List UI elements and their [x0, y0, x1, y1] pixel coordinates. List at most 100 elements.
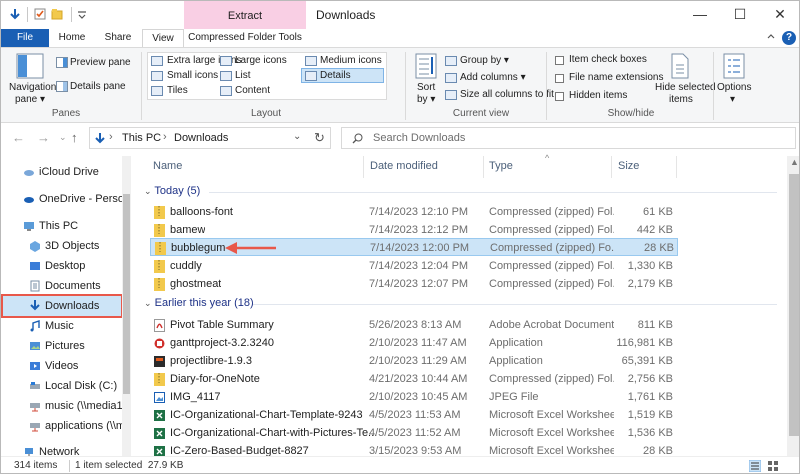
item-check-boxes-checkbox[interactable]	[555, 56, 564, 65]
nav-item-onedrive[interactable]: OneDrive - Persona	[1, 189, 123, 209]
group-by-button[interactable]: Group by ▾	[460, 55, 509, 66]
nav-item-desktop[interactable]: Desktop	[1, 256, 123, 276]
layout-small-icons[interactable]: Small icons	[167, 70, 218, 81]
column-divider[interactable]	[676, 156, 677, 178]
group-header-today[interactable]: ⌄ Today (5)	[144, 185, 200, 201]
size-all-columns-button[interactable]: Size all columns to fit	[460, 89, 554, 100]
refresh-icon[interactable]: ↻	[314, 130, 325, 146]
file-row[interactable]: IC-Organizational-Chart-with-Pictures-Te…	[150, 424, 678, 442]
hide-selected-button-line2[interactable]: items	[669, 94, 693, 105]
breadcrumb-this-pc[interactable]: This PC	[122, 132, 161, 144]
file-list-scroll-thumb[interactable]	[789, 174, 799, 436]
back-arrow-icon[interactable]: ←	[12, 130, 25, 145]
minimize-button[interactable]: —	[683, 1, 717, 29]
help-icon[interactable]: ?	[782, 31, 796, 45]
close-button[interactable]: ✕	[763, 1, 797, 29]
layout-medium-icons[interactable]: Medium icons	[320, 55, 382, 66]
nav-item-documents[interactable]: Documents	[1, 276, 123, 296]
options-dropdown[interactable]: ▾	[730, 94, 735, 105]
file-row[interactable]: projectlibre-1.9.3 2/10/2023 11:29 AM Ap…	[150, 352, 678, 370]
column-divider[interactable]	[611, 156, 612, 178]
nav-item-videos[interactable]: Videos	[1, 356, 123, 376]
ribbon-separator	[546, 52, 547, 120]
tab-home[interactable]: Home	[53, 29, 91, 47]
column-divider[interactable]	[363, 156, 364, 178]
file-date: 2/10/2023 11:29 AM	[369, 355, 467, 367]
layout-large-icons[interactable]: Large icons	[235, 55, 287, 66]
tab-view[interactable]: View	[142, 29, 184, 48]
tab-share[interactable]: Share	[97, 29, 139, 47]
column-header-date[interactable]: Date modified	[370, 160, 438, 172]
forward-arrow-icon[interactable]: →	[37, 130, 50, 145]
breadcrumb-downloads[interactable]: Downloads	[174, 132, 228, 144]
file-row[interactable]: ghostmeat 7/14/2023 12:07 PM Compressed …	[150, 275, 678, 293]
group-divider-line	[209, 192, 777, 193]
file-row[interactable]: Pivot Table Summary 5/26/2023 8:13 AM Ad…	[150, 316, 678, 334]
large-icons-view-icon[interactable]	[767, 460, 779, 472]
nav-pane-scrollbar[interactable]	[122, 156, 131, 456]
search-box[interactable]: Search Downloads	[341, 127, 796, 149]
file-row[interactable]: balloons-font 7/14/2023 12:10 PM Compres…	[150, 203, 678, 221]
nav-item-local-disk[interactable]: Local Disk (C:)	[1, 376, 123, 396]
file-row[interactable]: IC-Organizational-Chart-Template-9243 4/…	[150, 406, 678, 424]
nav-item-music[interactable]: Music	[1, 316, 123, 336]
nav-item-label: Downloads	[45, 300, 100, 312]
file-row[interactable]: IMG_4117 2/10/2023 10:45 AM JPEG File 1,…	[150, 388, 678, 406]
ribbon-separator	[713, 52, 714, 120]
hide-selected-button[interactable]: Hide selected	[655, 82, 716, 93]
recent-locations-icon[interactable]: ⌄	[59, 132, 67, 143]
sort-by-button[interactable]: Sort	[417, 82, 435, 93]
item-check-boxes-label: Item check boxes	[569, 54, 647, 65]
column-header-type[interactable]: Type	[489, 160, 513, 172]
nav-item-this-pc[interactable]: This PC	[1, 216, 123, 236]
file-row[interactable]: bamew 7/14/2023 12:12 PM Compressed (zip…	[150, 221, 678, 239]
navigation-pane-dropdown[interactable]: pane ▾	[15, 94, 45, 105]
layout-tiles[interactable]: Tiles	[167, 85, 188, 96]
column-header-row: Name Date modified Type ^ Size	[141, 153, 787, 178]
details-pane-button[interactable]: Details pane	[70, 81, 126, 92]
layout-content[interactable]: Content	[235, 85, 270, 96]
hidden-items-checkbox[interactable]	[555, 92, 564, 101]
navigation-pane-button[interactable]: Navigation	[9, 82, 56, 93]
preview-pane-button[interactable]: Preview pane	[70, 57, 131, 68]
customize-toolbar-icon[interactable]	[76, 8, 88, 20]
nav-item-network-applications[interactable]: applications (\\m	[1, 416, 123, 436]
nav-item-network-music[interactable]: music (\\media1.	[1, 396, 123, 416]
nav-item-3d-objects[interactable]: 3D Objects	[1, 236, 123, 256]
sort-by-dropdown[interactable]: by ▾	[417, 94, 435, 105]
tab-file[interactable]: File	[1, 29, 49, 47]
layout-list[interactable]: List	[235, 70, 251, 81]
status-bar: 314 items 1 item selected 27.9 KB	[1, 456, 799, 473]
file-list-scrollbar[interactable]: ▲	[787, 156, 799, 456]
column-header-name[interactable]: Name	[153, 160, 182, 172]
file-row[interactable]: ganttproject-3.2.3240 2/10/2023 11:47 AM…	[150, 334, 678, 352]
details-view-icon[interactable]	[749, 460, 761, 472]
ribbon-tabs: File Home Share View Compressed Folder T…	[1, 29, 799, 48]
nav-item-pictures[interactable]: Pictures	[1, 336, 123, 356]
address-dropdown-icon[interactable]: ⌄	[293, 131, 301, 142]
nav-item-downloads[interactable]: Downloads	[1, 294, 123, 318]
minimize-ribbon-icon[interactable]	[766, 32, 776, 42]
properties-icon[interactable]	[34, 8, 46, 20]
add-columns-button[interactable]: Add columns ▾	[460, 72, 526, 83]
new-folder-icon[interactable]	[51, 8, 63, 20]
file-date: 7/14/2023 12:07 PM	[369, 278, 469, 290]
cube-icon	[30, 241, 40, 252]
scroll-up-icon[interactable]: ▲	[790, 157, 799, 167]
options-button[interactable]: Options	[717, 82, 751, 93]
file-row[interactable]: Diary-for-OneNote 4/21/2023 10:44 AM Com…	[150, 370, 678, 388]
nav-item-label: Desktop	[45, 260, 86, 272]
column-header-size[interactable]: Size	[618, 160, 639, 172]
column-divider[interactable]	[483, 156, 484, 178]
address-bar[interactable]: › This PC › Downloads ⌄ ↻	[89, 127, 331, 149]
file-row[interactable]: cuddly 7/14/2023 12:04 PM Compressed (zi…	[150, 257, 678, 275]
group-header-earlier-this-year[interactable]: ⌄ Earlier this year (18)	[144, 297, 254, 313]
tab-compressed-folder-tools[interactable]: Compressed Folder Tools	[184, 29, 306, 47]
up-arrow-icon[interactable]: ↑	[71, 130, 78, 145]
nav-pane-scroll-thumb[interactable]	[123, 194, 130, 394]
nav-item-icloud-drive[interactable]: iCloud Drive	[1, 162, 123, 182]
layout-details[interactable]: Details	[320, 70, 351, 81]
file-name-extensions-checkbox[interactable]	[555, 74, 564, 83]
maximize-button[interactable]: ☐	[723, 1, 757, 29]
quick-access-down-icon[interactable]	[9, 8, 21, 20]
